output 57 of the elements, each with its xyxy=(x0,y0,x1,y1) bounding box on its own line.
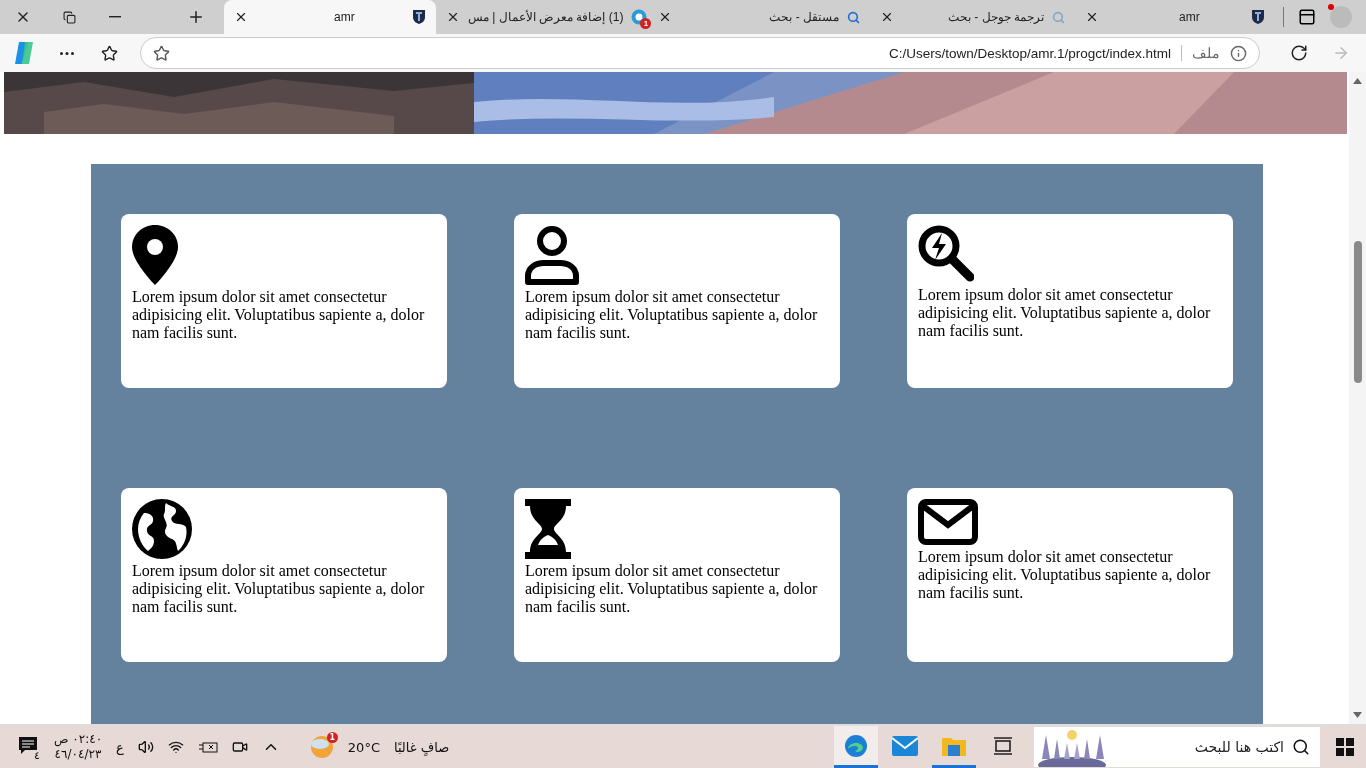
minimize-icon xyxy=(109,16,121,18)
language-indicator[interactable]: ع xyxy=(116,739,124,755)
favorites-icon xyxy=(100,44,118,62)
card-text: Lorem ipsum dolor sit amet consectetur adipisicing elit. Voluptatibus sapiente a, dolor nam facilis sunt. xyxy=(918,286,1212,340)
restore-icon xyxy=(62,10,76,24)
shield-icon xyxy=(412,9,426,25)
card-text: Lorem ipsum dolor sit amet consectetur adipisicing elit. Voluptatibus sapiente a, dolor nam facilis sunt. xyxy=(132,288,426,342)
envelope-icon xyxy=(918,499,978,545)
card-text: Lorem ipsum dolor sit amet consectetur adipisicing elit. Voluptatibus sapiente a, dolor nam facilis sunt. xyxy=(525,562,819,616)
close-icon[interactable] xyxy=(446,10,460,24)
clock[interactable]: ٠٢:٤٠ ص ٤٦/٠٤/٢٣ xyxy=(53,732,103,762)
magnifier-bolt-icon xyxy=(918,225,974,283)
user-icon xyxy=(525,225,579,285)
close-icon[interactable] xyxy=(234,10,248,24)
card-text: Lorem ipsum dolor sit amet consectetur adipisicing elit. Voluptatibus sapiente a, dolor nam facilis sunt. xyxy=(525,288,819,342)
profile-avatar[interactable] xyxy=(1330,6,1352,28)
scrollbar[interactable] xyxy=(1349,72,1366,724)
scrollbar-thumb[interactable] xyxy=(1353,241,1362,383)
logo-icon xyxy=(631,9,648,25)
close-icon[interactable] xyxy=(1085,10,1099,24)
browser-tab[interactable]: amr xyxy=(1075,0,1275,34)
temperature: 20°C xyxy=(347,739,380,755)
notification-count: ٤ xyxy=(34,748,40,762)
taskbar-app[interactable] xyxy=(834,726,878,768)
battery-icon[interactable] xyxy=(197,741,218,753)
card-text: Lorem ipsum dolor sit amet consectetur adipisicing elit. Voluptatibus sapiente a, dolor nam facilis sunt. xyxy=(132,562,426,616)
search-icon xyxy=(847,10,860,24)
globe-icon xyxy=(132,499,192,559)
refresh-icon xyxy=(1290,44,1308,62)
browser-icon xyxy=(844,733,868,758)
weather-text: صافٍ غالبًا xyxy=(393,739,450,755)
windows-logo-icon[interactable] xyxy=(1336,738,1354,756)
workspaces-icon[interactable] xyxy=(1298,8,1316,26)
search-icon xyxy=(1052,10,1065,24)
shield-icon xyxy=(1251,9,1265,25)
camera-icon[interactable] xyxy=(231,739,248,755)
more-icon xyxy=(60,51,74,55)
info-icon[interactable] xyxy=(1230,44,1247,62)
favorite-star-icon[interactable] xyxy=(153,44,170,62)
location-pin-icon xyxy=(132,225,178,285)
task-view-icon xyxy=(994,736,1012,755)
wifi-icon[interactable] xyxy=(167,739,184,755)
search-icon xyxy=(1292,738,1310,756)
mail-icon xyxy=(892,735,918,756)
forward-arrow-icon xyxy=(1332,44,1350,62)
scroll-down-arrow-icon[interactable] xyxy=(1353,712,1362,718)
plus-icon xyxy=(187,8,205,26)
browser-tab[interactable]: amr xyxy=(224,0,436,34)
scroll-up-arrow-icon[interactable] xyxy=(1353,78,1362,84)
browser-tab[interactable]: ترجمة جوجل - بحث xyxy=(870,0,1075,34)
card-text: Lorem ipsum dolor sit amet consectetur adipisicing elit. Voluptatibus sapiente a, dolor nam facilis sunt. xyxy=(918,548,1212,602)
speaker-icon[interactable] xyxy=(137,739,154,755)
close-icon[interactable] xyxy=(658,10,672,24)
hourglass-icon xyxy=(525,499,571,559)
close-icon[interactable] xyxy=(880,10,894,24)
notification-badge: 1 xyxy=(640,18,652,29)
folder-icon xyxy=(942,735,966,756)
